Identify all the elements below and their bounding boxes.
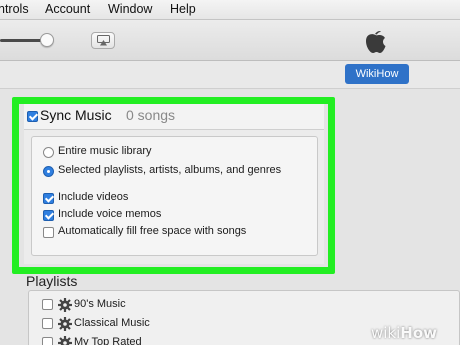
playlist-gear-icon: [58, 317, 72, 331]
menu-window[interactable]: Window: [108, 2, 152, 16]
airplay-icon: [97, 35, 110, 46]
device-nav-strip: WikiHow: [0, 61, 460, 89]
playlist-gear-icon: [58, 336, 72, 345]
playlist-label: Classical Music: [74, 317, 150, 329]
menu-bar: ntrols Account Window Help: [0, 0, 460, 20]
highlight-frame: [12, 97, 335, 274]
menu-controls[interactable]: ntrols: [0, 2, 29, 16]
apple-logo-icon: [366, 31, 386, 53]
playlist-label: My Top Rated: [74, 336, 142, 345]
airplay-button[interactable]: [91, 32, 115, 49]
playlist-label: 90's Music: [74, 298, 126, 310]
menu-help[interactable]: Help: [170, 2, 196, 16]
volume-slider-knob[interactable]: [40, 33, 54, 47]
toolbar: [0, 20, 460, 61]
playlist-checkbox-classical[interactable]: [42, 318, 53, 329]
device-button[interactable]: WikiHow: [345, 64, 409, 84]
playlists-title: Playlists: [26, 273, 78, 289]
wikihow-watermark: wikiHow: [371, 324, 437, 342]
playlist-gear-icon: [58, 298, 72, 312]
watermark-part2: How: [400, 324, 438, 342]
playlist-checkbox-90s[interactable]: [42, 299, 53, 310]
volume-slider-track[interactable]: [0, 39, 44, 42]
watermark-part1: wiki: [371, 324, 401, 342]
menu-account[interactable]: Account: [45, 2, 90, 16]
playlist-checkbox-top-rated[interactable]: [42, 337, 53, 345]
